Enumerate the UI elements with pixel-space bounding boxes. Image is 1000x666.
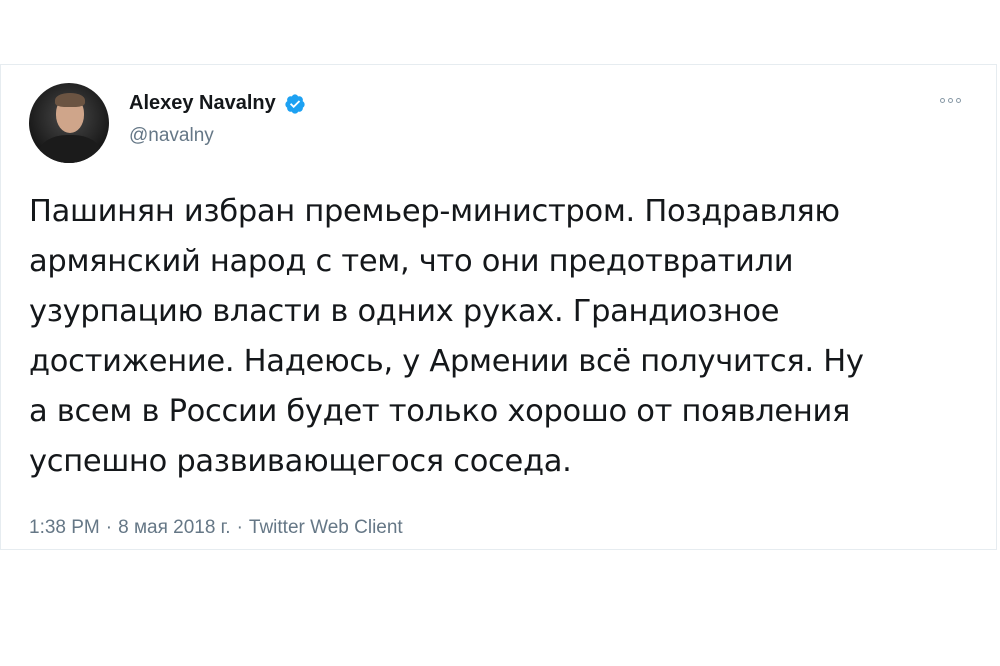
tweet-card: Alexey Navalny @navalny Пашинян избран п… xyxy=(0,64,997,550)
tweet-text-line: достижение. Надеюсь, у Армении всё получ… xyxy=(29,344,864,379)
tweet-meta: 1:38 PM · 8 мая 2018 г. · Twitter Web Cl… xyxy=(29,517,403,539)
author-handle[interactable]: @navalny xyxy=(129,125,214,147)
meta-separator: · xyxy=(105,517,113,538)
more-options-icon[interactable] xyxy=(940,95,966,105)
tweet-text-line: узурпацию власти в одних руках. Грандиоз… xyxy=(29,294,780,329)
avatar[interactable] xyxy=(29,83,109,163)
tweet-source[interactable]: Twitter Web Client xyxy=(249,517,403,539)
tweet-text-line: успешно развивающегося соседа. xyxy=(29,444,572,479)
tweet-date[interactable]: 8 мая 2018 г. xyxy=(118,517,230,539)
tweet-text-line: а всем в России будет только хорошо от п… xyxy=(29,394,851,429)
more-dot xyxy=(956,97,961,103)
verified-badge-icon xyxy=(285,93,305,114)
tweet-time[interactable]: 1:38 PM xyxy=(29,517,100,539)
meta-separator: · xyxy=(236,517,243,538)
author-name-row: Alexey Navalny xyxy=(129,92,306,115)
page: Alexey Navalny @navalny Пашинян избран п… xyxy=(0,0,1000,666)
more-dot xyxy=(948,97,953,103)
more-dot xyxy=(940,97,945,103)
tweet-text-line: армянский народ с тем, что они предотвра… xyxy=(29,244,794,279)
author-display-name[interactable]: Alexey Navalny xyxy=(129,92,276,115)
avatar-body-shape xyxy=(39,135,101,163)
avatar-hair-shape xyxy=(55,93,85,107)
tweet-text: Пашинян избран премьер-министром. Поздра… xyxy=(29,187,969,487)
tweet-text-line: Пашинян избран премьер-министром. Поздра… xyxy=(29,194,840,229)
